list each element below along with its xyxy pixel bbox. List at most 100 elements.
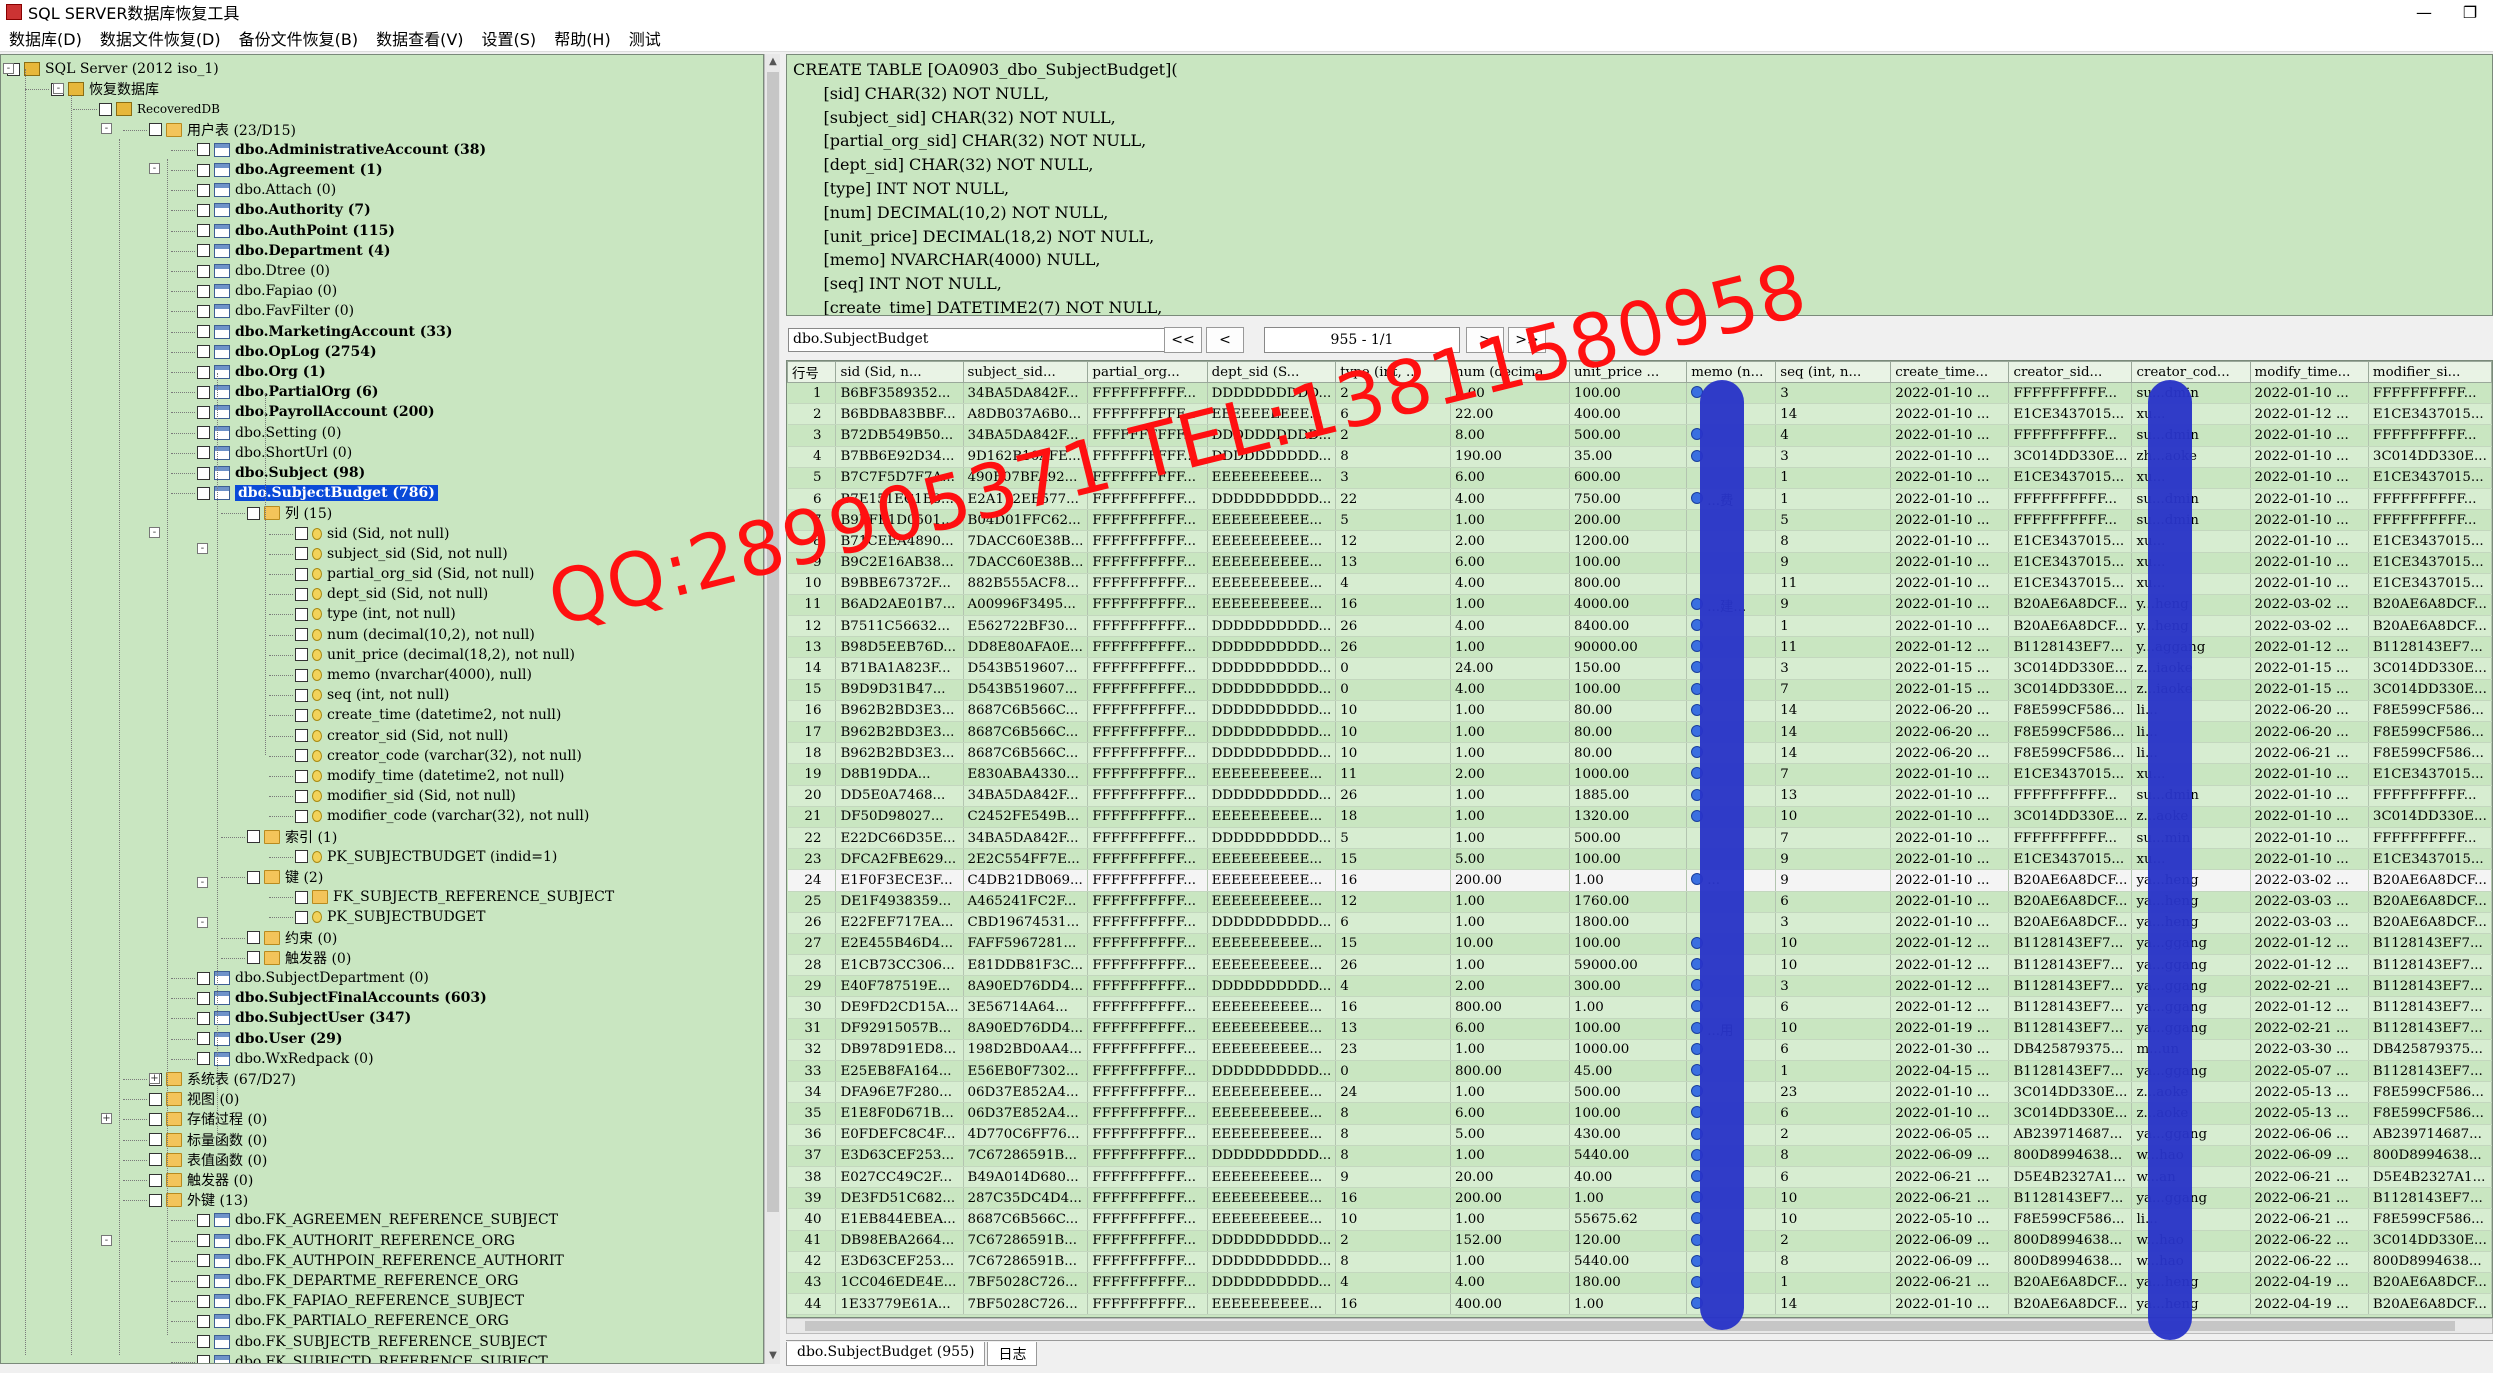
table-cell[interactable]: DDDDDDDDDD... (1207, 679, 1337, 701)
table-cell[interactable]: EEEEEEEEEE... (1207, 1187, 1337, 1210)
table-cell[interactable]: 59000.00 (1569, 954, 1688, 977)
tree-column-item[interactable]: modifier_code (varchar(32), not null) (295, 806, 589, 826)
table-cell[interactable]: 8A90ED76DD4... (963, 975, 1089, 998)
table-cell[interactable]: EEEEEEEEEE... (1207, 1102, 1337, 1125)
table-cell[interactable]: DDDDDDDDDD... (1207, 382, 1337, 405)
table-cell[interactable]: F8E599CF586... (2368, 742, 2492, 765)
table-cell[interactable]: 7DACC60E38B... (963, 552, 1089, 574)
tree-column-item[interactable]: creator_sid (Sid, not null) (295, 726, 508, 746)
table-cell[interactable]: C4DB21DB069... (963, 869, 1089, 892)
table-cell[interactable]: D8B19DDA... (835, 763, 964, 786)
tree-checkbox[interactable] (197, 446, 210, 460)
table-cell[interactable]: EEEEEEEEEE... (1207, 1039, 1337, 1062)
tree-checkbox[interactable] (295, 648, 308, 662)
row-number-cell[interactable]: 40 (787, 1208, 837, 1231)
table-cell[interactable]: E1CE3437015... (2368, 403, 2492, 426)
column-header[interactable]: creator_cod... (2131, 361, 2251, 383)
table-cell[interactable]: 2 (1335, 382, 1451, 405)
table-cell[interactable]: FFFFFFFFFF... (1087, 488, 1208, 511)
tree-checkbox[interactable] (295, 890, 308, 904)
table-cell[interactable]: 3C014DD330E... (2008, 446, 2133, 468)
table-cell[interactable]: FFFFFFFFFF... (1087, 806, 1208, 828)
tree-checkbox[interactable] (295, 809, 308, 823)
tab-subjectbudget[interactable]: dbo.SubjectBudget (955) (786, 1342, 986, 1366)
table-cell[interactable]: DDDDDDDDDD... (1207, 700, 1337, 723)
table-cell[interactable]: 5440.00 (1569, 1145, 1688, 1167)
table-cell[interactable]: 2022-01-10 ... (1890, 446, 2010, 468)
table-cell[interactable]: 4.00 (1450, 488, 1570, 511)
table-cell[interactable]: 6 (1775, 996, 1892, 1019)
table-cell[interactable]: 0 (1335, 657, 1451, 680)
table-cell[interactable]: 2022-01-10 ... (1890, 806, 2010, 828)
table-cell[interactable]: FFFFFFFFFF... (1087, 721, 1208, 744)
table-row[interactable]: 19 D8B19DDA... E830ABA4330... FFFFFFFFFF...… (787, 763, 2492, 786)
table-cell[interactable]: 750.00 (1569, 488, 1688, 511)
table-cell[interactable]: F8E599CF586... (2368, 1208, 2492, 1231)
table-cell[interactable]: 06D37E852A4... (963, 1081, 1089, 1104)
table-cell[interactable]: 8 (1335, 1145, 1451, 1167)
table-cell[interactable]: 3C014DD330E... (2368, 806, 2492, 828)
table-cell[interactable]: 3 (1775, 912, 1892, 934)
table-cell[interactable]: 6 (1775, 1102, 1892, 1125)
table-cell[interactable]: 2022-03-02 ... (2250, 869, 2369, 892)
table-cell[interactable]: B7BB6E92D34... (835, 446, 964, 468)
table-cell[interactable]: 9 (1775, 848, 1892, 871)
table-cell[interactable]: FFFFFFFFFF... (1087, 1251, 1208, 1273)
tree-checkbox[interactable] (295, 910, 308, 924)
table-cell[interactable]: 10.00 (1450, 933, 1570, 956)
tree-checkbox[interactable] (295, 749, 308, 763)
table-cell[interactable]: D5E4B2327A1... (2368, 1166, 2492, 1189)
table-cell[interactable]: FFFFFFFFFF... (1087, 763, 1208, 786)
table-cell[interactable]: 1 (1775, 1060, 1892, 1083)
tree-checkbox[interactable] (197, 365, 210, 379)
table-cell[interactable]: 2.00 (1450, 530, 1570, 553)
tree-checkbox[interactable] (295, 628, 308, 642)
table-cell[interactable]: 2022-01-10 ... (2250, 382, 2369, 405)
table-cell[interactable]: EEEEEEEEEE... (1207, 467, 1337, 489)
tree-user-tables[interactable]: 用户表 (23/D15) (149, 120, 296, 140)
table-row[interactable]: 18 B962B2BD3E3... 8687C6B566C... FFFFFFFFFF… (787, 742, 2492, 765)
table-cell[interactable]: 100.00 (1569, 848, 1688, 871)
table-cell[interactable]: 4000.00 (1569, 594, 1688, 617)
tree-table-item[interactable]: dbo.SubjectUser (347) (197, 1008, 411, 1028)
last-page-button[interactable]: >> (1508, 327, 1546, 353)
table-cell[interactable]: EEEEEEEEEE... (1207, 763, 1337, 786)
table-cell[interactable]: B7C7F5D7F7A... (835, 467, 964, 489)
table-cell[interactable]: 1 (1775, 488, 1892, 511)
table-cell[interactable]: 6.00 (1450, 552, 1570, 574)
table-cell[interactable]: 10 (1335, 742, 1451, 765)
table-cell[interactable]: F8E599CF586... (2008, 721, 2133, 744)
table-cell[interactable]: FFFFFFFFFF... (1087, 954, 1208, 977)
table-cell[interactable]: 22.00 (1450, 403, 1570, 426)
table-row[interactable]: 37 E3D63CEF253... 7C67286591B... FFFFFFFFFF… (787, 1145, 2492, 1167)
table-cell[interactable]: DDDDDDDDDD... (1207, 912, 1337, 934)
object-tree[interactable]: SQL Server (2012 iso_1) 恢复数据库 RecoveredDB 用… (0, 54, 764, 1364)
table-cell[interactable]: 10 (1335, 721, 1451, 744)
table-cell[interactable]: 2022-06-21 ... (1890, 1272, 2010, 1295)
table-row[interactable]: 27 E2E455B46D4... FAFF5967281... FFFFFFFFFF… (787, 933, 2492, 956)
table-cell[interactable]: 2022-01-10 ... (2250, 785, 2369, 807)
table-cell[interactable]: FFFFFFFFFF... (1087, 848, 1208, 871)
tree-fk-item[interactable]: dbo.FK_AGREEMEN_REFERENCE_SUBJECT (197, 1210, 558, 1230)
menu-data-view[interactable]: 数据查看(V) (367, 26, 472, 50)
table-row[interactable]: 24 E1F0F3ECE3F... C4DB21DB069... FFFFFFFFFF… (787, 869, 2492, 892)
table-cell[interactable]: CBD19674531... (963, 912, 1089, 934)
table-cell[interactable]: 0 (1335, 679, 1451, 701)
tree-columns-folder[interactable]: 列 (15) (247, 503, 332, 523)
tree-constraints-folder[interactable]: 约束 (0) (247, 928, 337, 948)
table-cell[interactable]: E1CE3437015... (2008, 552, 2133, 574)
table-cell[interactable]: 3C014DD330E... (2368, 657, 2492, 680)
tree-column-item[interactable]: modify_time (datetime2, not null) (295, 766, 564, 786)
table-cell[interactable]: 7C67286591B... (963, 1145, 1089, 1167)
table-cell[interactable]: FFFFFFFFFF... (2008, 424, 2133, 447)
table-row[interactable]: 35 E1E8F0D671B... 06D37E852A4... FFFFFFFFFF… (787, 1102, 2492, 1125)
column-header[interactable]: memo (n... (1686, 361, 1777, 383)
table-row[interactable]: 13 B98D5EEB76D... DD8E80AFA0E... FFFFFFFFFF… (787, 636, 2492, 659)
table-cell[interactable]: 1.00 (1450, 1208, 1570, 1231)
table-row[interactable]: 34 DFA96E7F280... 06D37E852A4... FFFFFFFFFF… (787, 1081, 2492, 1104)
table-cell[interactable]: 2022-04-19 ... (2250, 1293, 2369, 1316)
table-cell[interactable]: B1128143EF7... (2008, 954, 2133, 977)
column-header[interactable]: seq (int, n... (1775, 361, 1892, 383)
tree-table-item[interactable]: dbo.Dtree (0) (197, 261, 330, 281)
tree-table-item[interactable]: dbo.Attach (0) (197, 180, 336, 200)
